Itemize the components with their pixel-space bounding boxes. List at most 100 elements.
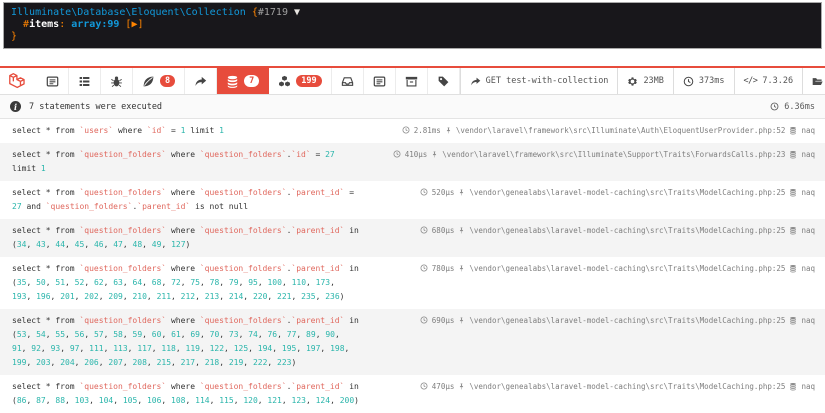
clock-icon [420, 316, 428, 324]
request-duration-indicator: 373ms [672, 68, 734, 94]
debugbar-tab-models[interactable]: 199 [269, 68, 332, 94]
query-sql: select * from `question_folders` where `… [12, 150, 335, 173]
database-icon [789, 264, 797, 273]
query-duration: 680μs [431, 226, 455, 235]
pin-icon[interactable] [445, 126, 452, 135]
share-arrow-icon [470, 76, 481, 87]
open-datasets-button[interactable] [802, 68, 825, 94]
debugbar-tabs: 8 7 199 [37, 68, 460, 94]
query-duration: 780μs [431, 264, 455, 273]
total-query-time-value: 6.36ms [784, 101, 815, 112]
query-duration: 690μs [431, 316, 455, 325]
database-icon [789, 188, 797, 197]
tab-icon [142, 75, 155, 88]
php-version-indicator: </> 7.3.26 [733, 68, 803, 94]
tab-icon [373, 75, 386, 88]
dump-object-ref: #1719 [257, 7, 288, 18]
request-duration-value: 373ms [698, 76, 725, 86]
dump-class-name: Illuminate\Database\Eloquent\Collection [11, 7, 246, 18]
request-method-path: GET test-with-collection [485, 76, 609, 86]
debugbar-tab-views[interactable]: 8 [133, 68, 186, 94]
query-meta: 470μs \vendor\genealabs\laravel-model-ca… [371, 380, 815, 408]
clock-icon [683, 76, 694, 87]
debugbar-tab-session[interactable] [396, 68, 428, 94]
query-duration: 520μs [431, 188, 455, 197]
tab-badge: 8 [160, 75, 176, 87]
query-meta: 680μs \vendor\genealabs\laravel-model-ca… [371, 224, 815, 252]
debugbar-tab-request[interactable] [428, 68, 460, 94]
tab-badge: 7 [244, 75, 260, 87]
query-source-file: \vendor\genealabs\laravel-model-caching\… [469, 382, 786, 391]
query-row[interactable]: select * from `question_folders` where `… [0, 219, 825, 257]
query-sql: select * from `question_folders` where `… [12, 188, 355, 211]
clock-icon [420, 188, 428, 196]
debugbar-toolbar: 8 7 199 GET test-with-collection 23MB 37… [0, 68, 825, 95]
request-name-indicator[interactable]: GET test-with-collection [459, 68, 618, 94]
toolbar-right: GET test-with-collection 23MB 373ms </> … [459, 68, 825, 94]
tab-icon [437, 75, 450, 88]
query-connection: naq [801, 226, 815, 235]
pin-icon[interactable] [458, 188, 465, 197]
debugbar-tab-timeline[interactable] [69, 68, 101, 94]
tab-icon [194, 75, 207, 88]
pin-icon[interactable] [431, 150, 438, 159]
query-row[interactable]: select * from `question_folders` where `… [0, 309, 825, 375]
query-source-file: \vendor\laravel\framework\src\Illuminate… [442, 150, 786, 159]
debugbar-tab-queries[interactable]: 7 [217, 68, 270, 94]
query-duration: 2.81ms [413, 126, 441, 135]
memory-usage-value: 23MB [643, 76, 664, 86]
query-duration: 410μs [404, 150, 428, 159]
tab-icon [110, 75, 123, 88]
query-meta: 690μs \vendor\genealabs\laravel-model-ca… [371, 314, 815, 370]
php-version-value: 7.3.26 [762, 76, 794, 86]
query-row[interactable]: select * from `question_folders` where `… [0, 143, 825, 181]
clock-icon [420, 264, 428, 272]
debugbar-tab-gate[interactable] [364, 68, 396, 94]
cogs-icon [627, 76, 638, 87]
database-icon [789, 382, 797, 391]
debugbar-tab-route[interactable] [185, 68, 218, 94]
debugbar-tab-messages[interactable] [37, 68, 69, 94]
query-source-file: \vendor\genealabs\laravel-model-caching\… [469, 226, 786, 235]
dump-collapse-toggle-icon[interactable]: ▼ [294, 7, 300, 18]
dump-brace-open: { [245, 7, 258, 18]
pin-icon[interactable] [458, 316, 465, 325]
query-row[interactable]: select * from `question_folders` where `… [0, 181, 825, 219]
statements-status-bar: i 7 statements were executed 6.36ms [0, 95, 825, 119]
query-meta: 780μs \vendor\genealabs\laravel-model-ca… [371, 262, 815, 304]
code-icon: </> [743, 76, 758, 86]
tab-icon [78, 75, 91, 88]
pin-icon[interactable] [458, 226, 465, 235]
debugbar-tab-exceptions[interactable] [101, 68, 133, 94]
query-sql: select * from `question_folders` where `… [12, 264, 359, 301]
pin-icon[interactable] [458, 264, 465, 273]
clock-icon [770, 102, 779, 111]
query-connection: naq [801, 316, 815, 325]
query-sql: select * from `users` where `id` = 1 lim… [12, 126, 224, 135]
clock-icon [420, 226, 428, 234]
database-icon [789, 226, 797, 235]
query-source-file: \vendor\genealabs\laravel-model-caching\… [469, 188, 786, 197]
dump-value-type: array:99 [71, 19, 120, 30]
database-icon [789, 150, 797, 159]
query-connection: naq [801, 188, 815, 197]
query-row[interactable]: select * from `users` where `id` = 1 lim… [0, 119, 825, 143]
query-sql: select * from `question_folders` where `… [12, 382, 359, 405]
query-meta: 2.81ms \vendor\laravel\framework\src\Ill… [371, 124, 815, 138]
query-list: select * from `users` where `id` = 1 lim… [0, 119, 825, 413]
query-connection: naq [801, 264, 815, 273]
statements-message: 7 statements were executed [29, 101, 163, 112]
query-row[interactable]: select * from `question_folders` where `… [0, 257, 825, 309]
tab-icon [226, 75, 239, 88]
debugbar-tab-mails[interactable] [332, 68, 364, 94]
pin-icon[interactable] [458, 382, 465, 391]
database-icon [789, 316, 797, 325]
query-row[interactable]: select * from `question_folders` where `… [0, 375, 825, 413]
dump-property-name: items [29, 19, 60, 30]
laravel-logo-icon[interactable] [0, 68, 37, 94]
tab-icon [278, 75, 291, 88]
dump-brace-close: } [11, 31, 18, 42]
query-sql: select * from `question_folders` where `… [12, 226, 359, 249]
query-duration: 470μs [431, 382, 455, 391]
tab-icon [405, 75, 418, 88]
